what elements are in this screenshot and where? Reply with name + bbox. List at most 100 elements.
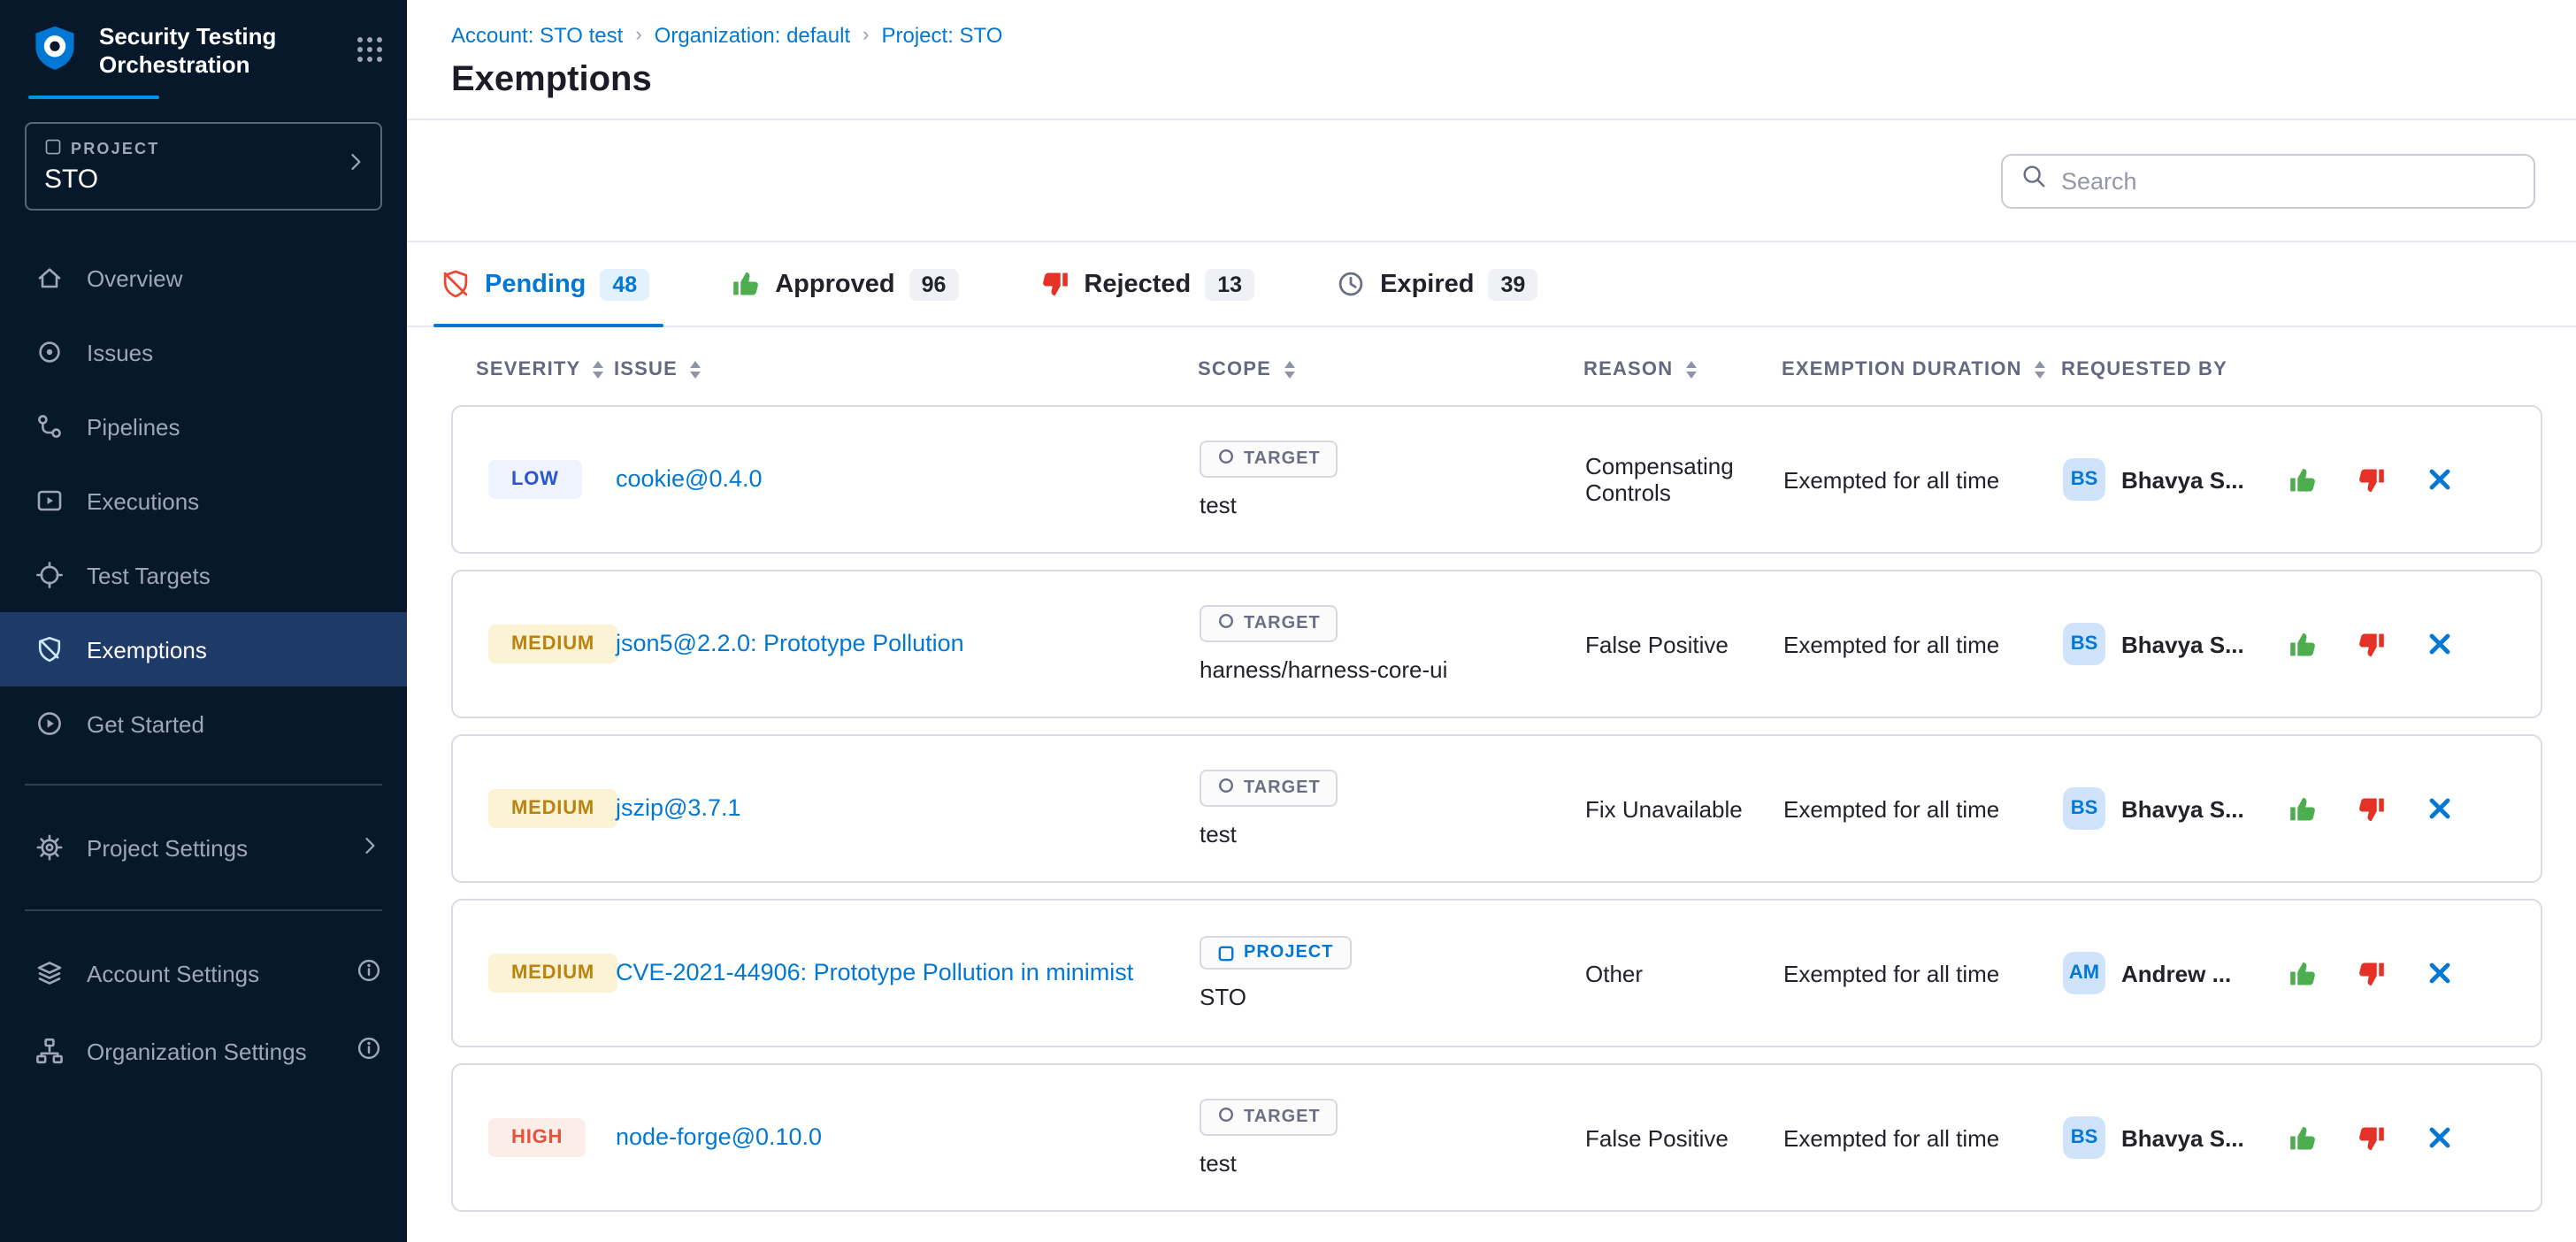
module-grid-icon[interactable] (357, 37, 382, 62)
exemption-reason: False Positive (1585, 571, 1783, 717)
breadcrumb-organization-link[interactable]: Organization: default (655, 23, 851, 50)
sidebar-item-get-started[interactable]: Get Started (0, 686, 407, 761)
approve-button[interactable] (2288, 1123, 2318, 1153)
avatar: BS (2063, 1116, 2105, 1159)
column-header-exemption-duration[interactable]: EXEMPTION DURATION (1782, 359, 2061, 380)
column-header-requested-by: REQUESTED BY (2061, 359, 2288, 380)
table-row: MEDIUM json5@2.2.0: Prototype Pollution … (451, 570, 2542, 718)
cancel-button[interactable] (2426, 630, 2454, 658)
requested-by-name: Bhavya S... (2121, 1124, 2244, 1151)
reject-button[interactable] (2357, 629, 2387, 659)
exemptions-table: SEVERITY ISSUE SCOPE REASON EXEMPTION DU… (451, 327, 2542, 1212)
tab-expired[interactable]: Expired 39 (1336, 242, 1537, 326)
chevron-right-icon: › (862, 23, 869, 50)
sidebar-item-executions[interactable]: Executions (0, 464, 407, 538)
sidebar-bottom: Project Settings Account Settings (0, 809, 407, 1090)
breadcrumb: Account: STO test › Organization: defaul… (451, 23, 2534, 50)
shield-slash-icon (441, 269, 471, 299)
issues-icon (35, 338, 64, 366)
sidebar-item-organization-settings[interactable]: Organization Settings (0, 1012, 407, 1090)
approve-button[interactable] (2288, 629, 2318, 659)
issue-link[interactable]: CVE-2021-44906: Prototype Pollution in m… (616, 955, 1162, 992)
reject-button[interactable] (2357, 794, 2387, 824)
sidebar-item-test-targets[interactable]: Test Targets (0, 538, 407, 612)
sort-icon[interactable] (1685, 361, 1696, 379)
sort-icon[interactable] (690, 361, 701, 379)
project-icon (44, 138, 62, 159)
sidebar-item-overview[interactable]: Overview (0, 241, 407, 315)
chevron-right-icon: › (635, 23, 641, 50)
sort-icon[interactable] (1284, 361, 1294, 379)
cancel-button[interactable] (2426, 959, 2454, 987)
search-input[interactable] (2061, 167, 2516, 194)
app-title: Security Testing Orchestration (99, 23, 297, 80)
sidebar-header: Security Testing Orchestration (0, 0, 407, 80)
sidebar-item-label: Test Targets (87, 562, 211, 588)
reject-button[interactable] (2357, 958, 2387, 988)
requested-by-name: Bhavya S... (2121, 466, 2244, 493)
breadcrumb-project-link[interactable]: Project: STO (882, 23, 1003, 50)
requested-by-name: Andrew ... (2121, 960, 2231, 986)
sidebar-item-label: Organization Settings (87, 1038, 307, 1064)
table-header: SEVERITY ISSUE SCOPE REASON EXEMPTION DU… (451, 327, 2542, 405)
tab-pending[interactable]: Pending 48 (441, 242, 649, 326)
sidebar-item-label: Pipelines (87, 413, 180, 440)
severity-badge: MEDIUM (488, 789, 617, 828)
column-header-issue[interactable]: ISSUE (614, 359, 1198, 380)
approve-button[interactable] (2288, 794, 2318, 824)
sidebar-item-account-settings[interactable]: Account Settings (0, 934, 407, 1012)
sidebar-item-project-settings[interactable]: Project Settings (0, 809, 407, 886)
severity-badge: HIGH (488, 1118, 586, 1157)
cancel-button[interactable] (2426, 794, 2454, 823)
table-row: MEDIUM CVE-2021-44906: Prototype Polluti… (451, 899, 2542, 1047)
cancel-button[interactable] (2426, 1123, 2454, 1152)
issue-link[interactable]: jszip@3.7.1 (616, 791, 770, 827)
breadcrumb-account-link[interactable]: Account: STO test (451, 23, 623, 50)
info-icon[interactable] (356, 957, 382, 989)
column-header-scope[interactable]: SCOPE (1198, 359, 1583, 380)
tab-rejected[interactable]: Rejected 13 (1039, 242, 1254, 326)
issue-link[interactable]: json5@2.2.0: Prototype Pollution (616, 626, 993, 663)
table-row: HIGH node-forge@0.10.0 TARGET test False… (451, 1063, 2542, 1212)
scope-name: test (1200, 492, 1237, 518)
sidebar-item-label: Overview (87, 264, 182, 291)
sidebar-item-pipelines[interactable]: Pipelines (0, 389, 407, 464)
search-icon (2020, 163, 2047, 198)
exemption-duration: Exempted for all time (1783, 571, 2063, 717)
sort-icon[interactable] (593, 361, 603, 379)
tab-approved[interactable]: Approved 96 (731, 242, 958, 326)
project-box-icon (1217, 944, 1235, 962)
sidebar-item-exemptions[interactable]: Exemptions (0, 612, 407, 686)
table-row: LOW cookie@0.4.0 TARGET test Compensatin… (451, 405, 2542, 554)
severity-badge: MEDIUM (488, 954, 617, 993)
pipelines-icon (35, 412, 64, 441)
scope-badge: TARGET (1200, 1099, 1338, 1136)
cancel-button[interactable] (2426, 465, 2454, 494)
exemption-duration: Exempted for all time (1783, 736, 2063, 881)
project-label: PROJECT (71, 140, 159, 157)
thumbs-down-icon (1039, 269, 1070, 299)
approve-button[interactable] (2288, 958, 2318, 988)
clock-icon (1336, 269, 1366, 299)
scope-name: harness/harness-core-ui (1200, 656, 1447, 683)
info-icon[interactable] (356, 1035, 382, 1067)
sidebar-item-issues[interactable]: Issues (0, 315, 407, 389)
shield-icon (35, 635, 64, 663)
exemption-duration: Exempted for all time (1783, 901, 2063, 1046)
project-selector[interactable]: PROJECT STO (25, 122, 382, 211)
issue-link[interactable]: node-forge@0.10.0 (616, 1120, 850, 1156)
issue-link[interactable]: cookie@0.4.0 (616, 462, 791, 498)
scope-name: test (1200, 821, 1237, 847)
sidebar-item-label: Exemptions (87, 636, 207, 663)
requested-by-name: Bhavya S... (2121, 631, 2244, 657)
gear-icon (35, 833, 64, 862)
reject-button[interactable] (2357, 464, 2387, 494)
severity-badge: MEDIUM (488, 625, 617, 663)
sort-icon[interactable] (2035, 361, 2045, 379)
column-header-severity[interactable]: SEVERITY (451, 359, 614, 380)
exemption-reason: Compensating Controls (1585, 407, 1783, 552)
scope-badge: PROJECT (1200, 936, 1351, 970)
column-header-reason[interactable]: REASON (1583, 359, 1782, 380)
approve-button[interactable] (2288, 464, 2318, 494)
reject-button[interactable] (2357, 1123, 2387, 1153)
